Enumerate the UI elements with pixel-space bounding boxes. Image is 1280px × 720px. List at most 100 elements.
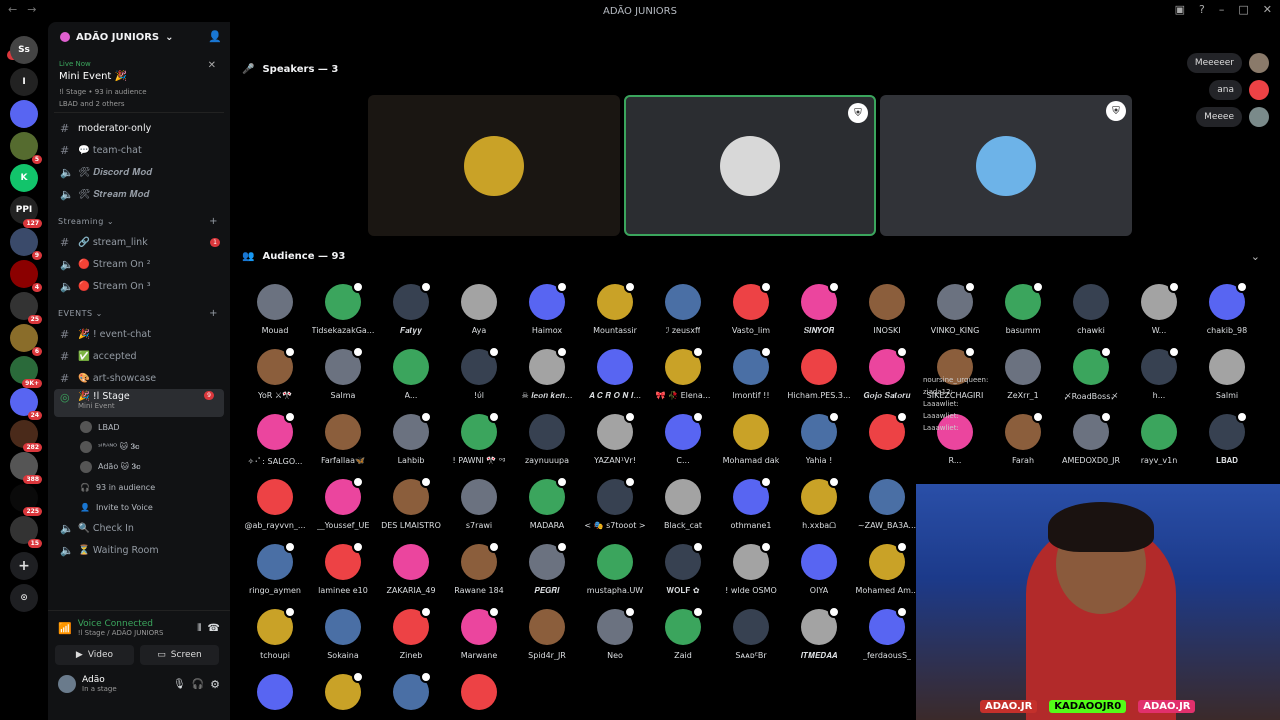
audience-member[interactable]: AMEDOXD0_JR <box>1057 411 1125 474</box>
channel-item[interactable]: 🔈 🔴 Stream On ² <box>48 253 230 275</box>
audience-member[interactable]: s7rawi <box>445 479 513 539</box>
forward-arrow-icon[interactable]: → <box>27 3 36 16</box>
audience-member[interactable]: Neo <box>581 606 649 669</box>
speaker-tile[interactable]: ⛨ <box>624 95 876 236</box>
audience-member[interactable]: YAZAN¹Vr! <box>581 411 649 474</box>
audience-member[interactable]: Zineb <box>377 606 445 669</box>
audience-member[interactable]: 〆RoadBoss〆 <box>1057 346 1125 409</box>
category-events[interactable]: EVENTS ⌄ + <box>48 303 230 323</box>
audience-member[interactable]: Spid4r_JR <box>513 609 581 669</box>
noise-suppression-icon[interactable]: ⦀ <box>197 623 201 634</box>
audience-member[interactable]: VINKO_KING <box>921 281 989 344</box>
channel-item[interactable]: 🔈 🔍 Check In <box>48 517 230 539</box>
audience-member[interactable]: __Youssef_UE <box>309 476 377 539</box>
audience-member[interactable]: Farfallaa🦋 <box>309 414 377 474</box>
channel-item[interactable]: 🔈 🛠 𝑺𝒕𝒓𝒆𝒂𝒎 𝑴𝒐𝒅 <box>48 183 230 205</box>
speaker-tile[interactable] <box>368 95 620 236</box>
audience-member[interactable]: Farah <box>989 411 1057 474</box>
audience-member[interactable]: Haimox <box>513 281 581 344</box>
channel-item[interactable]: # ✅ accepted <box>48 345 230 367</box>
server-icon[interactable]: 225 <box>10 484 42 516</box>
audience-member[interactable]: ringo_aymen <box>241 541 309 604</box>
channel-item[interactable]: # 🔗 stream_link 1 <box>48 231 230 253</box>
audience-member[interactable]: laminee e10 <box>309 541 377 604</box>
audience-member[interactable]: DES LMAISTRO <box>377 476 445 539</box>
server-header[interactable]: ADÃO JUNIORS ⌄ 👤 <box>48 22 230 52</box>
server-icon[interactable]: 24 <box>10 388 42 420</box>
audience-member[interactable]: !ύl <box>445 346 513 409</box>
server-icon[interactable]: PPI 127 <box>10 196 42 228</box>
audience-member[interactable] <box>377 671 445 720</box>
audience-member[interactable] <box>853 411 921 474</box>
category-streaming[interactable]: Streaming ⌄ + <box>48 211 230 231</box>
gear-icon[interactable]: ⚙ <box>210 678 220 691</box>
stage-member[interactable]: LBAD <box>48 417 230 437</box>
inbox-icon[interactable]: ▣ <box>1175 3 1185 16</box>
audience-member[interactable]: ! PAWNI 🎌 ᵒᵍ <box>445 411 513 474</box>
audience-member[interactable]: 𝑷𝑬𝑮𝑹𝑰 <box>513 541 581 604</box>
audience-member[interactable]: OIYA <box>785 544 853 604</box>
channel-item[interactable]: 🔈 ⏳ Waiting Room <box>48 539 230 561</box>
channel-item[interactable]: # 🎉 ! event-chat <box>48 323 230 345</box>
audience-member[interactable]: Salma <box>309 346 377 409</box>
server-icon[interactable]: 282 <box>10 420 42 452</box>
server-icon[interactable]: 5 <box>10 132 42 164</box>
server-icon[interactable]: 6 <box>10 324 42 356</box>
audience-member[interactable]: lmontif !! <box>717 346 785 409</box>
audience-member[interactable]: ! wlde OSMO <box>717 541 785 604</box>
audience-member[interactable]: @ab_rayvvn_... <box>241 479 309 539</box>
explore-icon[interactable]: ⊙ <box>10 584 38 612</box>
audience-member[interactable]: < 🎭 s7tooot > <box>581 476 649 539</box>
channel-stage[interactable]: ◎ 🎉 !l Stage Mini Event 9 <box>54 389 224 417</box>
close-icon[interactable]: ✕ <box>208 60 216 71</box>
audience-member[interactable]: 𝑺𝑰𝑵𝒀𝑶𝑹 <box>785 281 853 344</box>
audience-member[interactable]: Hicham.PES.3... <box>785 349 853 409</box>
audience-member[interactable]: SᴀᴀᴅᴱBr <box>717 609 785 669</box>
audience-member[interactable]: 𝑭𝒂𝒕𝒚𝒚 <box>377 281 445 344</box>
back-arrow-icon[interactable]: ← <box>8 3 17 16</box>
audience-member[interactable]: h.xxbaᗝ <box>785 476 853 539</box>
headset-icon[interactable]: 🎧 <box>192 679 204 690</box>
audience-member[interactable]: 𝑰𝑻𝑴𝑬𝑫𝑨𝑨 <box>785 606 853 669</box>
audience-member[interactable]: Aya <box>445 284 513 344</box>
audience-member[interactable]: basumm <box>989 281 1057 344</box>
audience-member[interactable] <box>241 674 309 720</box>
audience-member[interactable]: Salmi <box>1193 349 1261 409</box>
audience-member[interactable]: Mohamad dak <box>717 414 785 474</box>
audience-member[interactable]: rayv_v1n <box>1125 414 1193 474</box>
maximize-icon[interactable]: □ <box>1238 3 1248 16</box>
help-icon[interactable]: ? <box>1199 3 1205 16</box>
audience-member[interactable]: ZAKARIA_49 <box>377 544 445 604</box>
add-server-icon[interactable]: + <box>10 552 38 580</box>
speaker-chip[interactable]: ana <box>1209 80 1242 100</box>
audience-member[interactable]: C... <box>649 411 717 474</box>
audience-member[interactable]: Lahbib <box>377 411 445 474</box>
audience-member[interactable]: YoR ⚔🎌 <box>241 346 309 409</box>
microphone-icon[interactable]: 🎙 <box>173 679 186 690</box>
speaker-tile[interactable]: ⛨ <box>880 95 1132 236</box>
disconnect-icon[interactable]: ☎ <box>208 623 220 634</box>
close-window-icon[interactable]: ✕ <box>1263 3 1272 16</box>
audience-member[interactable]: A... <box>377 349 445 409</box>
channel-item[interactable]: # 💬 team-chat <box>48 139 230 161</box>
audience-member[interactable]: mustapha.UW <box>581 544 649 604</box>
audience-member[interactable]: TidsekazakGa... <box>309 281 377 344</box>
audience-member[interactable]: ☠ 𝒍𝒆𝒐𝒏 𝒌𝒆𝒏... <box>513 346 581 409</box>
audience-member[interactable] <box>445 674 513 720</box>
add-channel-icon[interactable]: + <box>209 216 218 227</box>
server-icon[interactable]: 15 <box>10 516 42 548</box>
audience-member[interactable]: zaynuuupa <box>513 414 581 474</box>
audience-member[interactable]: Marwane <box>445 606 513 669</box>
audience-member[interactable]: Sokaina <box>309 609 377 669</box>
audience-member[interactable] <box>309 671 377 720</box>
voice-status[interactable]: Voice Connected <box>78 619 164 629</box>
add-channel-icon[interactable]: + <box>209 308 218 319</box>
invite-to-voice[interactable]: 👤 Invite to Voice <box>48 497 230 517</box>
audience-member[interactable]: Vasto_lim <box>717 281 785 344</box>
channel-item[interactable]: 🔈 🔴 Stream On ³ <box>48 275 230 297</box>
chevron-down-icon[interactable]: ⌄ <box>1251 250 1260 263</box>
stage-member[interactable]: ˢᴵᴿᴬᴺᴼ 🐱 𝟑𝐜 <box>48 437 230 457</box>
server-icon[interactable]: 4 <box>10 260 42 292</box>
channel-item[interactable]: # moderator-only <box>48 117 230 139</box>
audience-member[interactable]: Yahia ! <box>785 411 853 474</box>
